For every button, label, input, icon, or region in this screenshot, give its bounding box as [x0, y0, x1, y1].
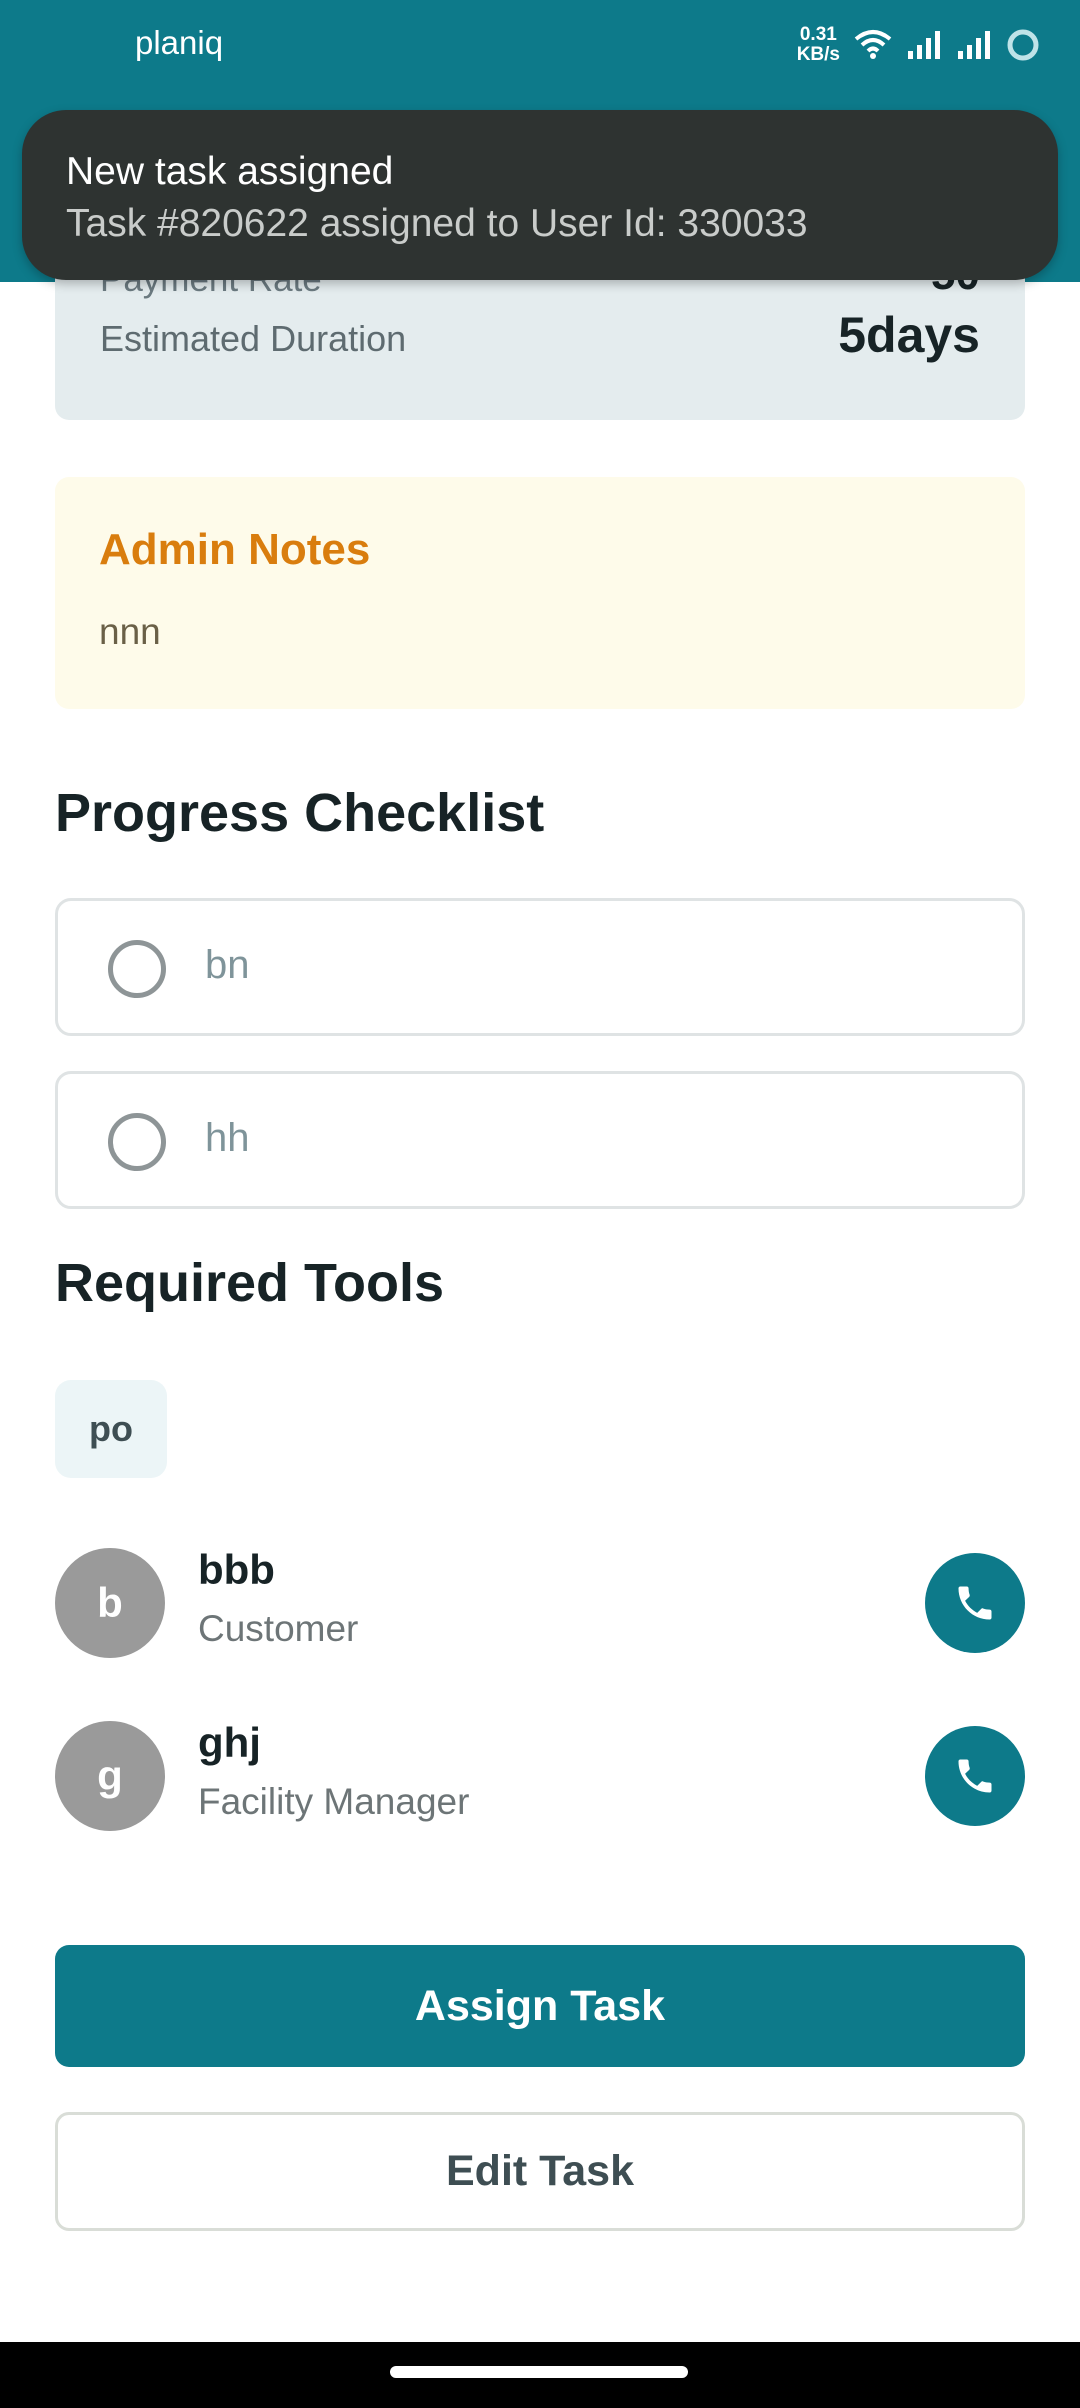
toast-title: New task assigned	[66, 150, 394, 193]
task-detail-screen: planiq 0.31 KB/s Estimated Duration 5day…	[0, 0, 1080, 2408]
edit-task-button[interactable]: Edit Task	[55, 2112, 1025, 2231]
status-bar: planiq 0.31 KB/s	[0, 0, 1080, 92]
signal-icon-sim2	[958, 31, 990, 59]
checklist-item-label: hh	[205, 1116, 250, 1160]
checklist-radio[interactable]	[108, 940, 166, 998]
call-button[interactable]	[925, 1726, 1025, 1826]
phone-icon	[958, 1759, 992, 1793]
signal-icon-sim1	[908, 31, 940, 59]
contact-role: Facility Manager	[198, 1781, 470, 1822]
network-speed: 0.31 KB/s	[797, 25, 840, 65]
required-tools-title: Required Tools	[55, 1253, 445, 1313]
status-icons: 0.31 KB/s	[797, 20, 1040, 70]
progress-checklist-title: Progress Checklist	[55, 783, 545, 843]
battery-ring-icon	[1007, 29, 1039, 61]
call-button[interactable]	[925, 1553, 1025, 1653]
estimated-duration-value: 5days	[838, 307, 980, 363]
admin-notes-title: Admin Notes	[99, 525, 371, 574]
admin-notes-text: nnn	[99, 611, 161, 652]
new-task-toast[interactable]: New task assigned Task #820622 assigned …	[22, 110, 1058, 280]
network-speed-unit: KB/s	[796, 44, 840, 65]
wifi-icon	[854, 30, 892, 59]
estimated-duration-label: Estimated Duration	[100, 318, 407, 359]
status-app-name: planiq	[135, 24, 224, 61]
admin-notes-card: Admin Notes nnn	[55, 477, 1025, 709]
checklist-item[interactable]: hh	[55, 1071, 1025, 1209]
tool-chip: po	[55, 1380, 167, 1478]
checklist-item-label: bn	[205, 943, 250, 987]
contact-name: ghj	[198, 1719, 261, 1766]
checklist-item[interactable]: bn	[55, 898, 1025, 1036]
network-speed-value: 0.31	[799, 24, 837, 45]
contact-name: bbb	[198, 1546, 275, 1593]
assign-task-button[interactable]: Assign Task	[55, 1945, 1025, 2067]
contact-row-facility-manager: g ghj Facility Manager	[55, 1719, 1025, 1831]
toast-message: Task #820622 assigned to User Id: 330033	[66, 202, 808, 245]
contact-role: Customer	[198, 1608, 359, 1649]
avatar: g	[55, 1721, 165, 1831]
home-indicator[interactable]	[390, 2366, 688, 2378]
phone-icon	[958, 1586, 992, 1620]
checklist-radio[interactable]	[108, 1113, 166, 1171]
avatar: b	[55, 1548, 165, 1658]
contact-row-customer: b bbb Customer	[55, 1546, 1025, 1658]
